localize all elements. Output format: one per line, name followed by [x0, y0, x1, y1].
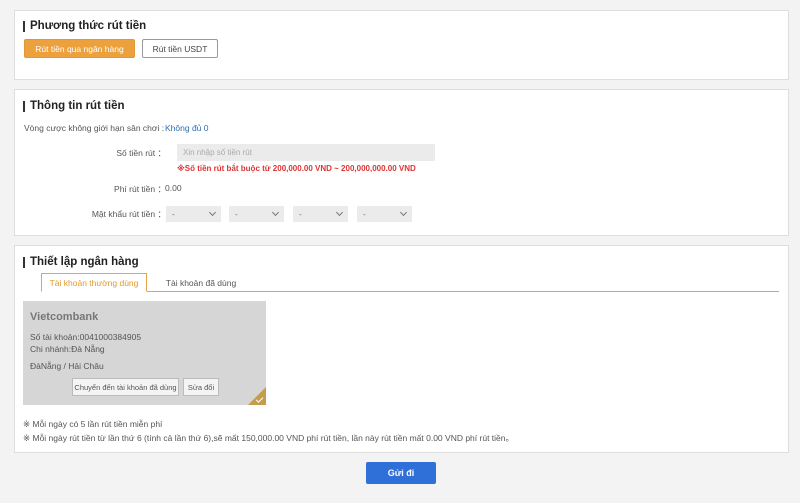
password-digit-4-select[interactable]: -: [357, 206, 412, 222]
usdt-withdraw-button[interactable]: Rút tiền USDT: [142, 39, 218, 58]
chevron-down-icon: [335, 208, 344, 217]
chevron-down-icon: [208, 208, 217, 217]
wager-label: Vòng cược không giới hạn sân chơi :: [24, 123, 165, 133]
bank-setup-panel: Thiết lập ngân hàng Tài khoản thường dùn…: [14, 245, 789, 453]
note-free-withdrawals: ※ Mỗi ngày có 5 lần rút tiền miễn phí: [23, 419, 163, 429]
wager-value-link[interactable]: Không đủ 0: [165, 123, 208, 133]
withdraw-method-panel: Phương thức rút tiền Rút tiền qua ngân h…: [14, 10, 789, 80]
note-withdrawal-fee: ※ Mỗi ngày rút tiền từ lần thứ 6 (tính c…: [23, 433, 514, 443]
tab-used-accounts[interactable]: Tài khoản đã dùng: [151, 273, 251, 292]
withdraw-info-panel: Thông tin rút tiền Vòng cược không giới …: [14, 89, 789, 236]
password-digit-value: -: [363, 209, 366, 219]
fee-label: Phí rút tiền ：: [114, 184, 166, 194]
password-digit-value: -: [172, 209, 175, 219]
bank-location: ĐàNẵng / Hải Châu: [30, 361, 104, 371]
chevron-down-icon: [271, 208, 280, 217]
fee-value: 0.00: [165, 183, 182, 193]
password-digit-1-select[interactable]: -: [166, 206, 221, 222]
bank-branch: Chi nhánh:Đà Nẵng: [30, 344, 105, 354]
password-digit-3-select[interactable]: -: [293, 206, 348, 222]
password-digit-2-select[interactable]: -: [229, 206, 284, 222]
move-to-used-button[interactable]: Chuyển đến tài khoản đã dùng: [72, 378, 179, 396]
amount-label: Số tiền rút ：: [116, 148, 166, 158]
submit-button[interactable]: Gửi đi: [366, 462, 436, 484]
section-title-withdraw-method: Phương thức rút tiền: [23, 20, 146, 32]
bank-withdraw-button[interactable]: Rút tiền qua ngân hàng: [24, 39, 135, 58]
chevron-down-icon: [399, 208, 408, 217]
amount-warning: ※Số tiền rút bắt buộc từ 200,000.00 VND …: [177, 164, 416, 173]
tab-frequent-accounts[interactable]: Tài khoản thường dùng: [41, 273, 147, 292]
bank-account-number: Số tài khoản:0041000384905: [30, 332, 142, 342]
amount-input[interactable]: [177, 144, 435, 161]
section-title-withdraw-info: Thông tin rút tiền: [23, 100, 125, 112]
password-digit-value: -: [235, 209, 238, 219]
password-label: Mật khẩu rút tiền ：: [91, 209, 166, 219]
bank-card[interactable]: Vietcombank Số tài khoản:0041000384905 C…: [23, 301, 266, 405]
edit-button[interactable]: Sửa đổi: [183, 378, 219, 396]
bank-name: Vietcombank: [30, 311, 99, 323]
password-digit-value: -: [299, 209, 302, 219]
section-title-bank-setup: Thiết lập ngân hàng: [23, 256, 139, 268]
